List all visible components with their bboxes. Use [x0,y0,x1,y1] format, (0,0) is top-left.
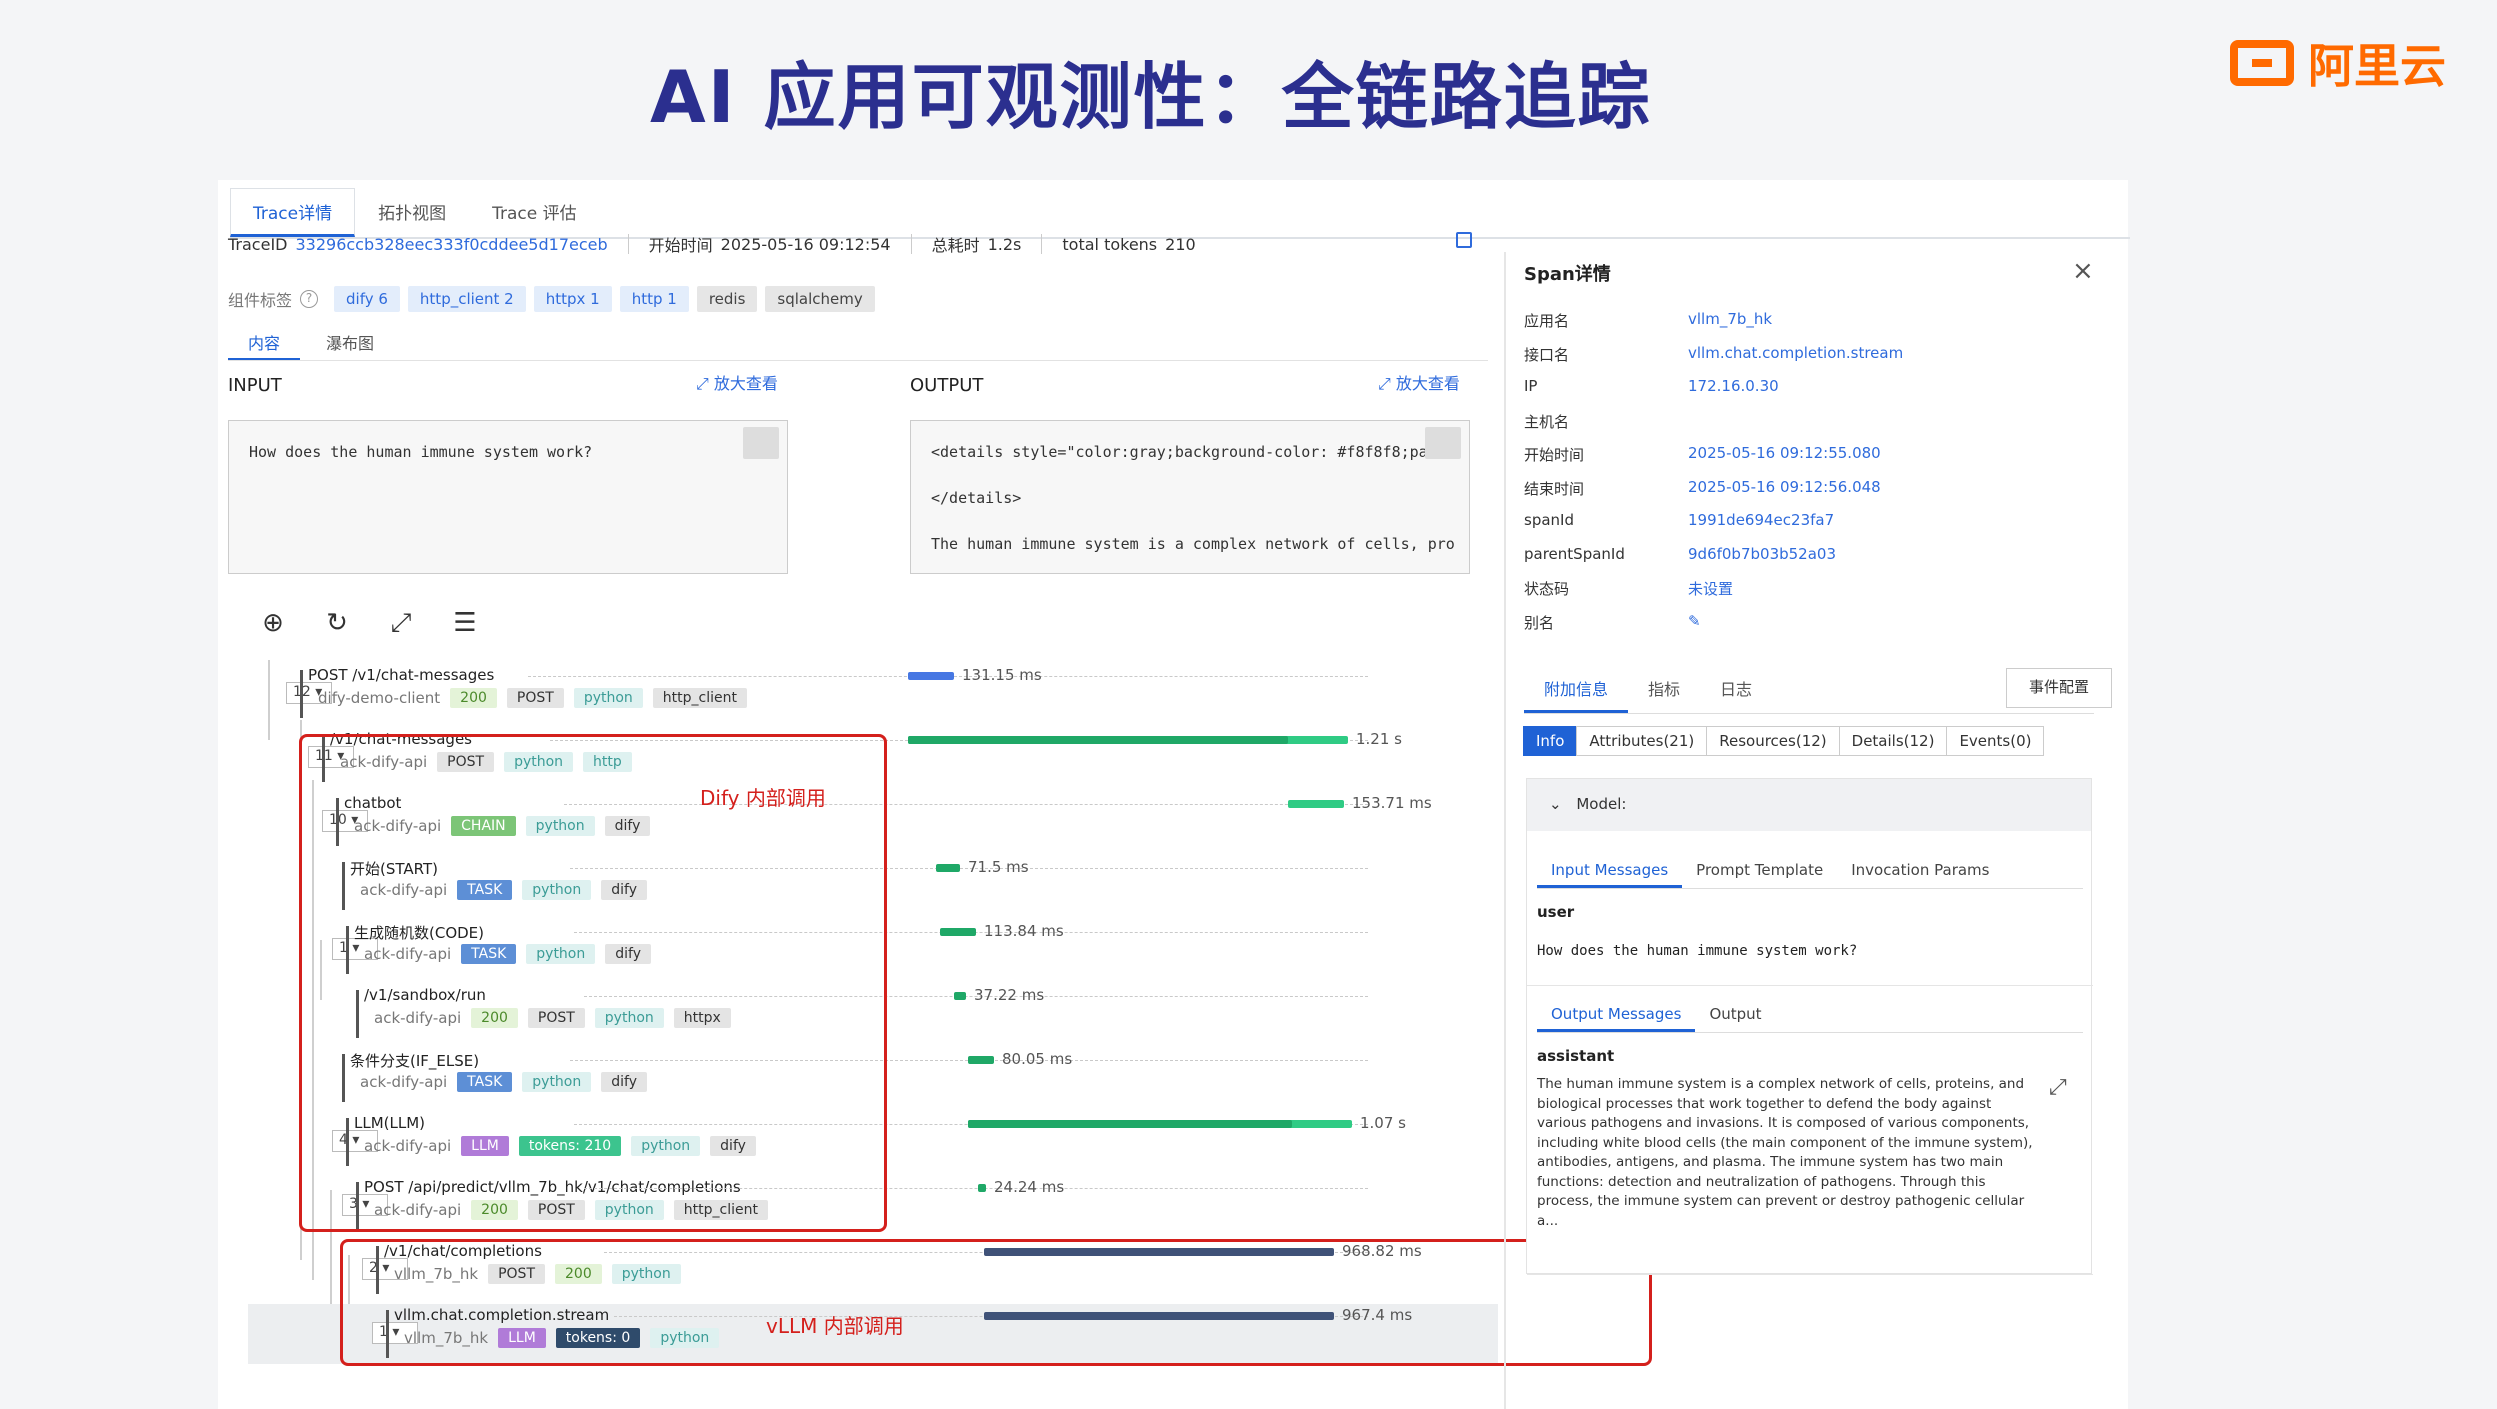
span-tag-chip: POST [506,688,564,708]
user-message: How does the human immune system work? [1537,943,1858,959]
span-detail-panel: Span详情 × 应用名 vllm_7b_hk 接口名 vllm.chat.compl… [1523,252,2124,1409]
span-field-key: 主机名 [1524,412,1570,431]
span-field-value: vllm.chat.completion.stream [1688,343,1904,362]
span-field-key: IP [1524,377,1538,395]
user-role: user [1537,903,1575,921]
span-duration: 71.5 ms [968,858,1029,876]
span-duration-bar[interactable] [940,928,976,936]
span-field: parentSpanId 9d6f0b7b03b52a03 [1524,545,1836,563]
span-field-key: spanId [1524,511,1574,529]
info-segments: Info Attributes(21) Resources(12) Detail… [1523,726,2045,756]
input-message-tabs: Input Messages Prompt Template Invocatio… [1537,855,2083,889]
span-field: 应用名 vllm_7b_hk [1524,310,1772,331]
tab-output[interactable]: Output [1695,999,1775,1032]
span-field: 别名 ✎ [1524,612,1701,633]
span-duration: 1.07 s [1360,1114,1406,1132]
span-duration-bar[interactable] [908,672,954,680]
span-duration-bar[interactable] [1288,800,1344,808]
span-field-key: 开始时间 [1524,446,1585,464]
span-tag-chip: 200 [450,688,497,708]
tab-logs[interactable]: 日志 [1700,666,1772,713]
model-label: Model: [1576,795,1627,813]
tab-prompt-template[interactable]: Prompt Template [1682,855,1837,888]
segment-details[interactable]: Details(12) [1838,726,1948,756]
expand-icon[interactable]: ⤢ [2049,1075,2067,1100]
span-field-key: 别名 [1524,613,1555,632]
span-duration-bar[interactable] [968,1056,994,1064]
span-tag-chip: http_client [652,688,747,708]
span-duration: 153.71 ms [1352,794,1432,812]
logo-text: 阿里云 [2308,39,2446,93]
span-field-key: 结束时间 [1524,479,1585,498]
span-tag-chip: python [573,688,643,708]
span-detail-title: Span详情 [1524,264,1611,285]
span-field-value: 1991de694ec23fa7 [1688,511,1835,529]
span-field: 状态码 未设置 [1524,578,1733,599]
span-duration: 131.15 ms [962,666,1042,684]
span-duration-bar[interactable] [978,1184,986,1192]
segment-resources[interactable]: Resources(12) [1706,726,1840,756]
vllm-annotation: vLLM 内部调用 [766,1314,904,1338]
tab-output-messages[interactable]: Output Messages [1537,999,1696,1032]
span-field: 开始时间 2025-05-16 09:12:55.080 [1524,444,1881,465]
span-field: 接口名 vllm.chat.completion.stream [1524,344,1903,365]
tab-invocation-params[interactable]: Invocation Params [1837,855,2003,888]
span-field-value[interactable]: ✎ [1688,612,1701,633]
span-field: IP 172.16.0.30 [1524,377,1779,395]
span-field-key: 状态码 [1524,580,1570,598]
service-name: dify-demo-client [318,689,441,707]
span-field-key: 应用名 [1524,312,1570,330]
span-field-key: 接口名 [1524,345,1570,364]
span-duration-bar[interactable] [936,864,960,872]
output-message-tabs: Output Messages Output [1537,999,2083,1033]
segment-events[interactable]: Events(0) [1946,726,2045,756]
span-duration: 24.24 ms [994,1178,1065,1196]
tab-metrics[interactable]: 指标 [1628,666,1700,713]
tab-input-messages[interactable]: Input Messages [1537,855,1683,888]
span-field-value: 未设置 [1688,580,1734,598]
span-field-value: 172.16.0.30 [1688,377,1779,395]
tab-extra-info[interactable]: 附加信息 [1524,666,1629,713]
segment-info[interactable]: Info [1523,726,1578,756]
span-duration: 113.84 ms [984,922,1064,940]
span-field: 结束时间 2025-05-16 09:12:56.048 [1524,478,1881,499]
span-field-value: 9d6f0b7b03b52a03 [1688,544,1836,563]
span-field-value: 2025-05-16 09:12:56.048 [1688,477,1881,496]
span-field: spanId 1991de694ec23fa7 [1524,511,1834,529]
event-config-button[interactable]: 事件配置 [2006,668,2112,708]
model-header[interactable]: ⌄ Model: [1527,779,2091,831]
assistant-role: assistant [1537,1047,1615,1065]
span-meta: dify-demo-client 200 POST python http_client [318,688,747,708]
slide-title: AI 应用可观测性：全链路追踪 [650,55,1652,139]
span-duration: 80.05 ms [1002,1050,1073,1068]
aliyun-logo-icon [2230,40,2294,86]
span-name: POST /v1/chat-messages [308,666,495,684]
message-card: ⌄ Model: Input Messages Prompt Template … [1526,778,2093,1275]
span-duration-bar[interactable] [954,992,966,1000]
chevron-down-icon: ⌄ [1549,795,1562,813]
trace-panel: Trace详情 拓扑视图 Trace 评估 TraceID 33296ccb32… [218,180,2130,1409]
aliyun-logo: 阿里云 [2230,30,2446,96]
span-field-key: parentSpanId [1524,544,1625,563]
assistant-message: The human immune system is a complex net… [1537,1076,2033,1229]
close-icon[interactable]: × [2072,256,2094,286]
span-field: 主机名 [1524,411,1688,432]
segment-attributes[interactable]: Attributes(21) [1576,726,1708,756]
vllm-highlight-box [340,1239,1652,1366]
span-field-value: 2025-05-16 09:12:55.080 [1688,444,1881,462]
dify-annotation: Dify 内部调用 [700,786,826,810]
span-duration: 37.22 ms [974,986,1045,1004]
span-field-value: vllm_7b_hk [1688,310,1773,328]
span-duration: 1.21 s [1356,730,1402,748]
